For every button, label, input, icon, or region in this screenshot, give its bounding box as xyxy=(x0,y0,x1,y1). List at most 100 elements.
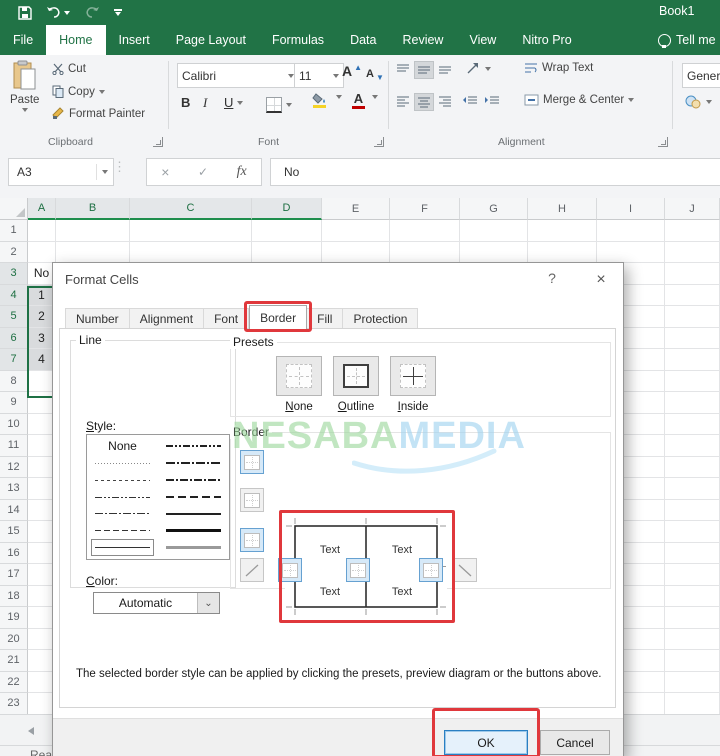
ribbon-tab-formulas[interactable]: Formulas xyxy=(259,25,337,55)
decrease-indent-button[interactable] xyxy=(462,95,478,107)
preset-outline-button[interactable] xyxy=(333,356,379,396)
cancel-button[interactable]: Cancel xyxy=(540,730,610,755)
grid-cell-I2[interactable] xyxy=(597,241,665,263)
border-right-button[interactable] xyxy=(419,558,443,582)
increase-indent-button[interactable] xyxy=(484,95,500,107)
row-header-3[interactable]: 3 xyxy=(0,263,28,285)
row-header-14[interactable]: 14 xyxy=(0,499,28,521)
cut-button[interactable]: Cut xyxy=(52,63,86,75)
grid-cell-J5[interactable] xyxy=(665,306,720,328)
underline-button[interactable]: U xyxy=(224,95,244,110)
grid-cell-J17[interactable] xyxy=(665,564,720,586)
grid-cell-J14[interactable] xyxy=(665,499,720,521)
line-style-option-dashed[interactable] xyxy=(91,522,154,539)
dialog-tab-protection[interactable]: Protection xyxy=(343,308,419,330)
ribbon-tab-data[interactable]: Data xyxy=(337,25,389,55)
font-size-combo[interactable]: 11 xyxy=(294,63,344,88)
grid-cell-J4[interactable] xyxy=(665,284,720,306)
ribbon-tab-review[interactable]: Review xyxy=(389,25,456,55)
line-style-option-medium[interactable] xyxy=(162,505,225,522)
dialog-tab-fill[interactable]: Fill xyxy=(307,308,344,330)
column-header-C[interactable]: C xyxy=(130,198,252,220)
grid-cell-J20[interactable] xyxy=(665,628,720,650)
row-header-23[interactable]: 23 xyxy=(0,693,28,715)
line-style-option-none[interactable]: None xyxy=(91,438,154,455)
copy-dropdown-arrow[interactable] xyxy=(98,89,105,94)
ribbon-tab-page-layout[interactable]: Page Layout xyxy=(163,25,259,55)
row-header-4[interactable]: 4 xyxy=(0,284,28,306)
row-header-12[interactable]: 12 xyxy=(0,456,28,478)
row-header-8[interactable]: 8 xyxy=(0,370,28,392)
row-header-15[interactable]: 15 xyxy=(0,521,28,543)
format-painter-button[interactable]: Format Painter xyxy=(52,107,145,120)
font-color-dropdown[interactable] xyxy=(372,95,378,99)
ribbon-tab-insert[interactable]: Insert xyxy=(106,25,163,55)
row-header-22[interactable]: 22 xyxy=(0,671,28,693)
grid-cell-J13[interactable] xyxy=(665,478,720,500)
grid-cell-B2[interactable] xyxy=(56,241,130,263)
grid-cell-J22[interactable] xyxy=(665,671,720,693)
column-header-B[interactable]: B xyxy=(56,198,130,220)
borders-button[interactable] xyxy=(266,97,292,113)
ribbon-tab-view[interactable]: View xyxy=(456,25,509,55)
grid-cell-J16[interactable] xyxy=(665,542,720,564)
line-style-option-hair[interactable] xyxy=(91,455,154,472)
grid-cell-J23[interactable] xyxy=(665,693,720,715)
grid-cell-J18[interactable] xyxy=(665,585,720,607)
dialog-help-icon[interactable]: ? xyxy=(541,270,563,290)
sheet-scroll-left-icon[interactable] xyxy=(28,727,34,735)
row-header-18[interactable]: 18 xyxy=(0,585,28,607)
wrap-text-button[interactable]: Wrap Text xyxy=(524,62,593,74)
row-header-5[interactable]: 5 xyxy=(0,306,28,328)
merge-center-dropdown-arrow[interactable] xyxy=(628,98,635,102)
column-header-I[interactable]: I xyxy=(597,198,665,220)
line-style-option-double[interactable] xyxy=(162,539,225,556)
redo-icon[interactable] xyxy=(84,6,100,19)
formula-input[interactable]: No xyxy=(270,158,720,186)
line-style-option-thick[interactable] xyxy=(162,522,225,539)
color-dropdown-arrow[interactable]: ⌄ xyxy=(197,593,219,613)
grid-cell-J19[interactable] xyxy=(665,607,720,629)
align-right-button[interactable] xyxy=(438,95,452,107)
line-style-option-mdashdotdot[interactable] xyxy=(162,438,225,455)
font-name-combo[interactable]: Calibri xyxy=(177,63,299,88)
ribbon-tab-file[interactable]: File xyxy=(0,25,46,55)
ok-button[interactable]: OK xyxy=(444,730,528,755)
grid-cell-A2[interactable] xyxy=(28,241,56,263)
column-header-D[interactable]: D xyxy=(252,198,322,220)
dialog-close-icon[interactable]: × xyxy=(589,269,613,290)
number-format-combo[interactable]: General xyxy=(682,63,720,88)
grid-cell-J3[interactable] xyxy=(665,263,720,285)
grid-cell-J6[interactable] xyxy=(665,327,720,349)
bold-button[interactable]: B xyxy=(181,95,190,110)
border-inner-horizontal-button[interactable] xyxy=(240,488,264,512)
line-style-option-mdashdot[interactable] xyxy=(162,472,225,489)
accounting-format-button[interactable] xyxy=(684,95,712,109)
align-left-button[interactable] xyxy=(396,95,410,107)
increase-font-button[interactable]: A ▲ xyxy=(342,63,362,79)
line-style-option-thin[interactable] xyxy=(91,539,154,557)
row-header-2[interactable]: 2 xyxy=(0,241,28,263)
line-style-option-slantdashdot[interactable] xyxy=(162,455,225,472)
merge-center-button[interactable]: Merge & Center xyxy=(524,94,635,106)
row-header-20[interactable]: 20 xyxy=(0,628,28,650)
row-header-9[interactable]: 9 xyxy=(0,392,28,414)
dialog-tab-font[interactable]: Font xyxy=(204,308,250,330)
font-dialog-launcher[interactable] xyxy=(374,137,384,147)
grid-cell-J8[interactable] xyxy=(665,370,720,392)
line-style-listbox[interactable]: None xyxy=(86,434,230,560)
grid-cell-G1[interactable] xyxy=(460,220,528,242)
undo-icon[interactable] xyxy=(46,6,70,19)
line-style-option-mdashed[interactable] xyxy=(162,489,225,506)
line-style-option-dotted[interactable] xyxy=(91,472,154,489)
fill-color-button[interactable] xyxy=(312,93,327,108)
preset-none-button[interactable] xyxy=(276,356,322,396)
paste-button[interactable]: Paste xyxy=(10,60,39,112)
save-icon[interactable] xyxy=(18,5,32,20)
border-diagonal-down-button[interactable] xyxy=(453,558,477,582)
line-style-option-dashdotdot[interactable] xyxy=(91,489,154,506)
grid-cell-F2[interactable] xyxy=(390,241,460,263)
row-header-7[interactable]: 7 xyxy=(0,349,28,371)
grid-cell-D1[interactable] xyxy=(252,220,322,242)
column-header-G[interactable]: G xyxy=(460,198,528,220)
